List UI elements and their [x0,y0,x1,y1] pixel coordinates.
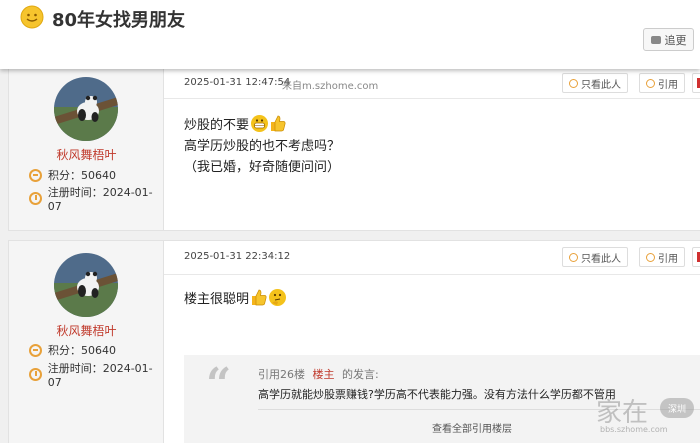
quote-label: 引用 [658,79,678,91]
only-this-user-label: 只看此人 [581,253,621,265]
post-time: 2025-01-31 22:34:12 [184,251,291,262]
quote-header: 引用26楼 楼主 的发言: [258,366,379,382]
post-content: 楼主很聪明 [184,289,287,310]
quote-body: 高学历就能炒股票赚钱?学历高不代表能力强。没有方法什么学历都不管用 [258,388,616,401]
quote-button[interactable]: 引用 [639,73,685,93]
only-this-user-button[interactable]: 只看此人 [562,247,628,267]
thread-title: 80年女找男朋友 [52,10,186,31]
author-panel: 秋风舞梧叶 积分：50640 注册时间：2024-01-07 [9,69,164,230]
register-stat: 注册时间：2024-01-07 [29,360,163,389]
post-time: 2025-01-31 12:47:54 [184,77,291,88]
thread-header: 80年女找男朋友 追更 [0,0,700,69]
content-line: 炒股的不要 [184,115,340,136]
content-line: 楼主很聪明 [184,289,287,310]
more-button[interactable] [692,73,700,93]
site-watermark: 家在 [596,398,649,428]
chat-icon [650,35,661,44]
register-stat: 注册时间：2024-01-07 [29,184,163,213]
avatar[interactable] [54,77,118,141]
post-1: 秋风舞梧叶 积分：50640 注册时间：2024-01-07 2025-01-3… [8,68,700,231]
clock-icon [29,192,42,205]
quote-author[interactable]: 楼主 [313,368,335,381]
points-stat: 积分：50640 [29,167,116,183]
watermark-url: bbs.szhome.com [600,425,668,434]
username[interactable]: 秋风舞梧叶 [9,146,164,163]
quote-bubble-icon [646,252,655,262]
coin-icon [29,343,42,357]
username[interactable]: 秋风舞梧叶 [9,322,164,339]
follow-button[interactable]: 追更 [643,28,694,51]
quote-label: 引用 [658,253,678,265]
quote-bubble-icon [646,78,655,88]
post-content: 炒股的不要 高学历炒股的也不考虑吗？ （我已婚，好奇随便问问） [184,115,340,178]
author-panel: 秋风舞梧叶 积分：50640 注册时间：2024-01-07 [9,241,164,443]
avatar[interactable] [54,253,118,317]
thinking-emoji-icon [269,289,287,306]
content-line: （我已婚，好奇随便问问） [184,160,341,175]
grin-emoji-icon [251,115,269,132]
post-meta: 2025-01-31 12:47:54 来自m.szhome.com 只看此人 … [164,69,700,99]
thumbs-up-icon [251,289,267,306]
clock-icon [29,368,42,381]
points-label: 积分：50640 [48,169,116,182]
quote-mark-icon: “ [206,359,232,410]
post-meta: 2025-01-31 22:34:12 只看此人 引用 [164,241,700,275]
points-stat: 积分：50640 [29,342,116,358]
user-icon [569,78,578,88]
quote-suffix: 的发言: [342,368,379,381]
smiley-icon [20,5,44,29]
quote-button[interactable]: 引用 [639,247,685,267]
thumbs-up-icon [270,115,286,132]
quote-prefix: 引用26楼 [258,368,305,381]
post-source[interactable]: 来自m.szhome.com [282,77,378,92]
points-label: 积分：50640 [48,344,116,357]
coin-icon [29,168,42,182]
user-icon [569,252,578,262]
only-this-user-label: 只看此人 [581,79,621,91]
only-this-user-button[interactable]: 只看此人 [562,73,628,93]
register-label: 注册时间：2024-01-07 [47,362,153,389]
more-button[interactable] [692,247,700,267]
register-label: 注册时间：2024-01-07 [47,186,153,213]
view-all-quotes-link[interactable]: 查看全部引用楼层 [432,420,512,435]
watermark-badge: 深圳 [660,398,694,418]
follow-label: 追更 [664,34,687,47]
content-line: 高学历炒股的也不考虑吗？ [184,139,341,154]
